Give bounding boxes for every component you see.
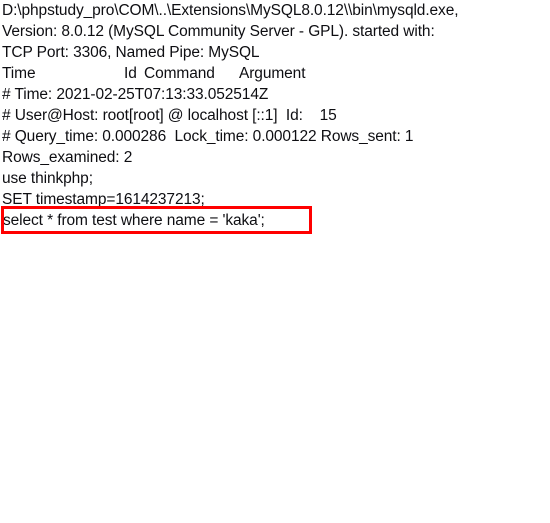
slow-query-log-page: D:\phpstudy_pro\COM\..\Extensions\MySQL8… [0, 0, 550, 523]
log-line-use-database: use thinkphp; [2, 170, 93, 187]
column-header-time: Time [2, 65, 36, 82]
column-header-argument: Argument [239, 65, 306, 82]
log-text-body: D:\phpstudy_pro\COM\..\Extensions\MySQL8… [0, 0, 550, 231]
log-line-set-timestamp: SET timestamp=1614237213; [2, 191, 205, 208]
log-column-header-row: Time Id Command Argument [0, 63, 550, 84]
log-line-tcp-port: TCP Port: 3306, Named Pipe: MySQL [2, 44, 260, 61]
log-line-mysqld-path: D:\phpstudy_pro\COM\..\Extensions\MySQL8… [2, 2, 459, 19]
column-header-id: Id [124, 65, 137, 82]
log-line-sql-query: select * from test where name = 'kaka'; [3, 212, 265, 229]
column-header-command: Command [144, 65, 215, 82]
log-line-user-host: # User@Host: root[root] @ localhost [::1… [2, 107, 337, 124]
log-line-version: Version: 8.0.12 (MySQL Community Server … [2, 23, 435, 40]
log-line-query-time: # Query_time: 0.000286 Lock_time: 0.0001… [2, 128, 414, 145]
log-line-time: # Time: 2021-02-25T07:13:33.052514Z [2, 86, 269, 103]
log-line-rows-examined: Rows_examined: 2 [2, 149, 133, 166]
